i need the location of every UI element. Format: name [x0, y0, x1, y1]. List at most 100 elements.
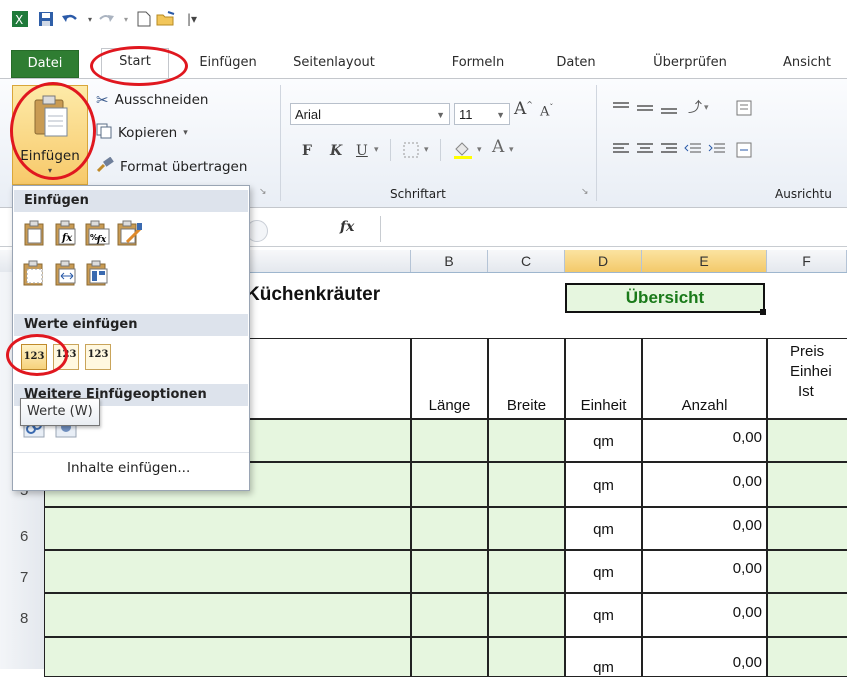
font-size-combo[interactable]: 11 ▼ — [454, 103, 510, 125]
shrink-font-icon[interactable]: Aˇ — [540, 103, 553, 119]
header-cell-unit[interactable]: Einheit — [565, 338, 642, 419]
price-cell[interactable] — [767, 419, 847, 462]
count-cell[interactable]: 0,00 — [642, 462, 767, 507]
redo-dropdown-icon[interactable]: ▾ — [116, 8, 136, 30]
cut-button[interactable]: ✂ Ausschneiden — [96, 91, 208, 109]
save-icon[interactable] — [36, 8, 56, 30]
column-header-e[interactable]: E — [642, 250, 767, 272]
header-cell-count[interactable]: Anzahl — [642, 338, 767, 419]
width-cell[interactable] — [488, 637, 565, 677]
align-middle-icon[interactable] — [636, 101, 654, 118]
count-cell[interactable]: 0,00 — [642, 593, 767, 637]
unit-cell[interactable]: qm — [565, 419, 642, 462]
font-color-icon[interactable]: A — [492, 137, 504, 157]
table-row[interactable] — [44, 593, 411, 637]
table-row[interactable] — [44, 550, 411, 593]
column-header-b[interactable]: B — [411, 250, 488, 272]
table-row[interactable] — [44, 637, 411, 677]
tab-start[interactable]: Start — [101, 48, 169, 79]
open-folder-icon[interactable] — [156, 8, 176, 30]
price-cell[interactable] — [767, 462, 847, 507]
table-row[interactable] — [44, 507, 411, 550]
paste-formulas-number-format-icon[interactable]: % fx — [85, 218, 111, 248]
chevron-down-icon[interactable]: ▾ — [374, 145, 379, 155]
length-cell[interactable] — [411, 637, 488, 677]
header-cell-width[interactable]: Breite — [488, 338, 565, 419]
formula-input[interactable] — [380, 216, 847, 242]
decrease-indent-icon[interactable] — [684, 141, 702, 160]
tab-insert[interactable]: Einfügen — [190, 50, 266, 76]
width-cell[interactable] — [488, 550, 565, 593]
align-top-icon[interactable] — [612, 101, 630, 118]
paste-button[interactable]: Einfügen ▾ — [12, 85, 88, 185]
fill-color-icon[interactable] — [452, 139, 474, 162]
chevron-down-icon[interactable]: ▾ — [509, 145, 514, 155]
count-cell[interactable]: 0,00 — [642, 637, 767, 677]
tab-file[interactable]: Datei — [11, 50, 79, 78]
merge-center-icon[interactable] — [735, 141, 753, 162]
align-bottom-icon[interactable] — [660, 101, 678, 118]
header-cell-length[interactable]: Länge — [411, 338, 488, 419]
italic-button[interactable]: K — [330, 143, 342, 159]
wrap-text-icon[interactable] — [735, 99, 753, 120]
border-icon[interactable] — [402, 141, 420, 162]
price-cell[interactable] — [767, 507, 847, 550]
tab-page-layout[interactable]: Seitenlayout — [282, 50, 386, 76]
redo-icon[interactable] — [96, 8, 116, 30]
align-center-icon[interactable] — [636, 141, 654, 160]
transpose-icon[interactable] — [85, 258, 111, 288]
length-cell[interactable] — [411, 419, 488, 462]
length-cell[interactable] — [411, 462, 488, 507]
chevron-down-icon[interactable]: ▾ — [704, 103, 709, 113]
tab-view[interactable]: Ansicht — [772, 50, 842, 76]
keep-column-widths-icon[interactable] — [53, 258, 79, 288]
insert-function-icon[interactable]: fx — [340, 219, 354, 235]
chevron-down-icon[interactable]: ▾ — [477, 145, 482, 155]
row-header-6[interactable]: 6 — [0, 528, 44, 545]
price-cell[interactable] — [767, 637, 847, 677]
unit-cell[interactable]: qm — [565, 462, 642, 507]
customize-toolbar-icon[interactable]: |▾ — [182, 8, 202, 30]
clipboard-dialog-launcher-icon[interactable]: ↘ — [259, 187, 267, 197]
format-painter-button[interactable]: Format übertragen — [96, 156, 247, 177]
fill-handle[interactable] — [760, 309, 766, 315]
align-right-icon[interactable] — [660, 141, 678, 160]
paste-formulas-icon[interactable]: fx — [53, 218, 79, 248]
paste-values-number-format-button[interactable]: 123 — [53, 342, 79, 372]
width-cell[interactable] — [488, 593, 565, 637]
header-cell-price[interactable]: Preis Einhei Ist — [767, 338, 847, 419]
font-name-combo[interactable]: Arial ▼ — [290, 103, 450, 125]
tab-data[interactable]: Daten — [548, 50, 604, 76]
paste-values-button[interactable]: 123 — [21, 342, 47, 372]
chevron-down-icon[interactable]: ▾ — [424, 145, 429, 155]
length-cell[interactable] — [411, 507, 488, 550]
count-cell[interactable]: 0,00 — [642, 550, 767, 593]
overview-cell[interactable]: Übersicht — [565, 283, 765, 313]
align-left-icon[interactable] — [612, 141, 630, 160]
width-cell[interactable] — [488, 462, 565, 507]
underline-button[interactable]: U — [356, 143, 368, 159]
unit-cell[interactable]: qm — [565, 637, 642, 677]
grow-font-icon[interactable]: A^ — [514, 99, 533, 119]
excel-icon[interactable]: X — [10, 8, 30, 30]
price-cell[interactable] — [767, 593, 847, 637]
bold-button[interactable]: F — [302, 143, 312, 159]
length-cell[interactable] — [411, 550, 488, 593]
sheet-title[interactable]: Küchenkräuter — [246, 284, 380, 306]
column-header-f[interactable]: F — [767, 250, 847, 272]
increase-indent-icon[interactable] — [708, 141, 726, 160]
row-header-7[interactable]: 7 — [0, 569, 44, 586]
tab-review[interactable]: Überprüfen — [642, 50, 738, 76]
paste-icon[interactable] — [21, 218, 47, 248]
column-header-d[interactable]: D — [565, 250, 642, 272]
tab-formulas[interactable]: Formeln — [446, 50, 510, 76]
width-cell[interactable] — [488, 507, 565, 550]
price-cell[interactable] — [767, 550, 847, 593]
count-cell[interactable]: 0,00 — [642, 507, 767, 550]
column-header-c[interactable]: C — [488, 250, 565, 272]
unit-cell[interactable]: qm — [565, 507, 642, 550]
copy-button[interactable]: Kopieren ▾ — [96, 123, 188, 143]
new-document-icon[interactable] — [134, 8, 154, 30]
width-cell[interactable] — [488, 419, 565, 462]
unit-cell[interactable]: qm — [565, 593, 642, 637]
